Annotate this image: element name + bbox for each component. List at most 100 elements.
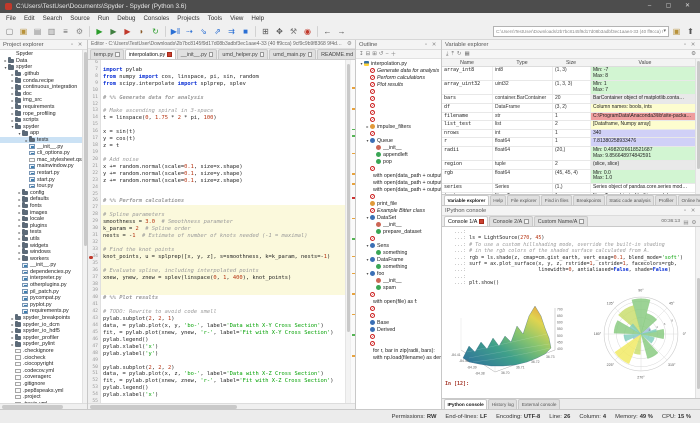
tree-item[interactable]: .gitignore (0, 381, 82, 388)
continue-icon[interactable]: ⇉ (225, 25, 238, 38)
pane-tab[interactable]: Help (490, 195, 507, 205)
tab-close-icon[interactable] (167, 52, 172, 57)
code-line[interactable]: 15 (88, 122, 345, 129)
tab-close-icon[interactable] (209, 52, 214, 57)
variable-row[interactable]: list_test list 2 [Dataframe, Numpy array… (442, 121, 700, 130)
editor-horizontal-scrollbar[interactable] (88, 403, 355, 409)
sep2[interactable] (165, 26, 166, 37)
tree-item[interactable]: ▸ defaults (0, 196, 82, 203)
code-line[interactable]: 23 z += random.normal(scale=0.1, size=z.… (88, 178, 345, 185)
code-line[interactable]: 11 # %% Generate data for analysis (88, 95, 345, 102)
variable-value[interactable]: C:\ProgramData\Anaconda3\lib\site-packa… (590, 113, 700, 121)
outline-item[interactable]: print_file (356, 200, 441, 207)
code-line[interactable]: 49 (88, 358, 345, 365)
tree-item[interactable]: .pep8speaks.yml (0, 387, 82, 394)
variable-row[interactable]: df DataFrame (3, 2) Column names: bools,… (442, 104, 700, 113)
variable-value[interactable]: Column names: bools, ints (590, 104, 700, 112)
outline-item[interactable]: prepare_dataset (356, 228, 441, 235)
tab-close-icon[interactable] (308, 52, 313, 57)
code-line[interactable]: 53 pylab.legend() (88, 385, 345, 392)
line-number-gutter[interactable]: 48 (88, 351, 101, 358)
maximize-pane-icon[interactable]: ⊞ (259, 25, 272, 38)
variable-value[interactable]: BarContainer object of matplotlib.conta… (590, 95, 700, 103)
tree-item[interactable]: ▸ config (0, 189, 82, 196)
line-number-gutter[interactable]: 30 (88, 226, 101, 233)
menu-item[interactable]: Source (70, 15, 90, 22)
breakpoint-icon[interactable] (89, 256, 93, 260)
outline-item[interactable] (356, 88, 441, 95)
rerun-icon[interactable]: ↻ (149, 25, 162, 38)
tree-item[interactable]: ▸ spyder_io_dcm (0, 321, 82, 328)
tree-item[interactable]: Spyder (0, 51, 82, 58)
menu-item[interactable]: Projects (177, 15, 199, 22)
run-cell-advance-icon[interactable]: ▶ (121, 25, 134, 38)
outline-item[interactable]: Perform calculations (356, 74, 441, 81)
maximize-button[interactable]: ▢ (661, 0, 676, 13)
code-line[interactable]: 28 # Spline parameters (88, 212, 345, 219)
line-number-gutter[interactable]: 9 (88, 81, 101, 88)
code-line[interactable]: 54 pylab.xlabel('x') (88, 392, 345, 399)
pane-tab[interactable]: History log (488, 399, 517, 409)
editor-tab[interactable]: umd_main.py (269, 49, 316, 59)
outline-item[interactable] (356, 193, 441, 200)
code-line[interactable]: 19 (88, 150, 345, 157)
code-line[interactable]: 38 (88, 282, 345, 289)
tab-close-icon[interactable] (479, 219, 484, 224)
outline-item[interactable]: Derived (356, 326, 441, 333)
tree-item[interactable]: ▸ continuous_integration (0, 84, 82, 91)
line-number-gutter[interactable]: 47 (88, 344, 101, 351)
variable-table-header[interactable]: Name Type Size Value (442, 59, 700, 67)
parent-directory-icon[interactable]: ⬆ (684, 25, 697, 38)
outline-item[interactable]: __init__ (356, 221, 441, 228)
tree-item[interactable]: ▸ spyder_profiler (0, 335, 82, 342)
code-line[interactable]: 40 # %% Plot results (88, 295, 345, 302)
variable-value[interactable]: Min: 0.0 Max: 1.0 (590, 170, 700, 183)
sep4[interactable] (317, 26, 318, 37)
line-number-gutter[interactable]: 45 (88, 330, 101, 337)
undock-icon[interactable]: ▫ (422, 42, 430, 48)
code-line[interactable]: 13 # Make ascending spiral in 3-space (88, 108, 345, 115)
line-number-gutter[interactable]: 8 (88, 74, 101, 81)
options-icon[interactable]: ⚙ (691, 51, 696, 57)
code-line[interactable]: 21 x += random.normal(scale=0.1, size=x.… (88, 164, 345, 171)
code-line[interactable]: 6 (88, 60, 345, 67)
code-line[interactable]: 44 data, = pylab.plot(x, y, 'bo-', label… (88, 323, 345, 330)
editor-tab[interactable]: __init__.py (177, 49, 218, 59)
tree-item[interactable]: __init__.py (0, 143, 82, 150)
collapse-all-icon[interactable]: ⊟ (366, 51, 371, 57)
save-all-icon[interactable]: ▥ (45, 25, 58, 38)
code-line[interactable]: 17 y = cos(t) (88, 136, 345, 143)
tree-item[interactable]: ▸ fonts (0, 203, 82, 210)
go-to-cursor-icon[interactable]: ↧ (359, 51, 364, 57)
tree-item[interactable]: .checkignore (0, 348, 82, 355)
close-button[interactable]: ✕ (680, 0, 695, 13)
variable-row[interactable]: region tuple 2 (slice, slice) (442, 161, 700, 170)
tree-item[interactable]: pil_patch.py (0, 288, 82, 295)
tree-item[interactable]: ▸ tests (0, 137, 82, 144)
undock-icon[interactable]: ▫ (681, 208, 689, 214)
save-data-icon[interactable]: ⤒ (451, 51, 453, 58)
menu-item[interactable]: Tools (208, 15, 222, 22)
tree-item[interactable]: ▾ spyder (0, 124, 82, 131)
refresh-icon[interactable]: ↻ (457, 51, 462, 58)
line-number-gutter[interactable]: 7 (88, 67, 101, 74)
line-number-gutter[interactable]: 22 (88, 171, 101, 178)
tab-close-icon[interactable] (579, 219, 584, 224)
tree-item[interactable]: ▸ scripts (0, 117, 82, 124)
outline-item[interactable]: __init__ (356, 277, 441, 284)
close-pane-icon[interactable]: ✕ (76, 42, 84, 48)
outline-item[interactable] (356, 291, 441, 298)
inspect-icon[interactable]: ▤ (682, 220, 690, 226)
outline-item[interactable]: ▾ Queue (356, 137, 441, 144)
code-line[interactable]: 48 pylab.ylabel('y') (88, 351, 345, 358)
code-line[interactable]: 39 (88, 288, 345, 295)
code-line[interactable]: 52 fit, = pylab.plot(xnew, znew, 'r-', l… (88, 378, 345, 385)
editor-options-icon[interactable]: ⚙ (347, 41, 352, 47)
tree-item[interactable]: ▸ widgets (0, 242, 82, 249)
code-line[interactable]: 32 (88, 240, 345, 247)
code-line[interactable]: 47 pylab.xlabel('x') (88, 344, 345, 351)
line-number-gutter[interactable]: 44 (88, 323, 101, 330)
code-line[interactable]: 18 z = t (88, 143, 345, 150)
menu-item[interactable]: Run (98, 15, 109, 22)
tree-item[interactable]: tour.py (0, 183, 82, 190)
